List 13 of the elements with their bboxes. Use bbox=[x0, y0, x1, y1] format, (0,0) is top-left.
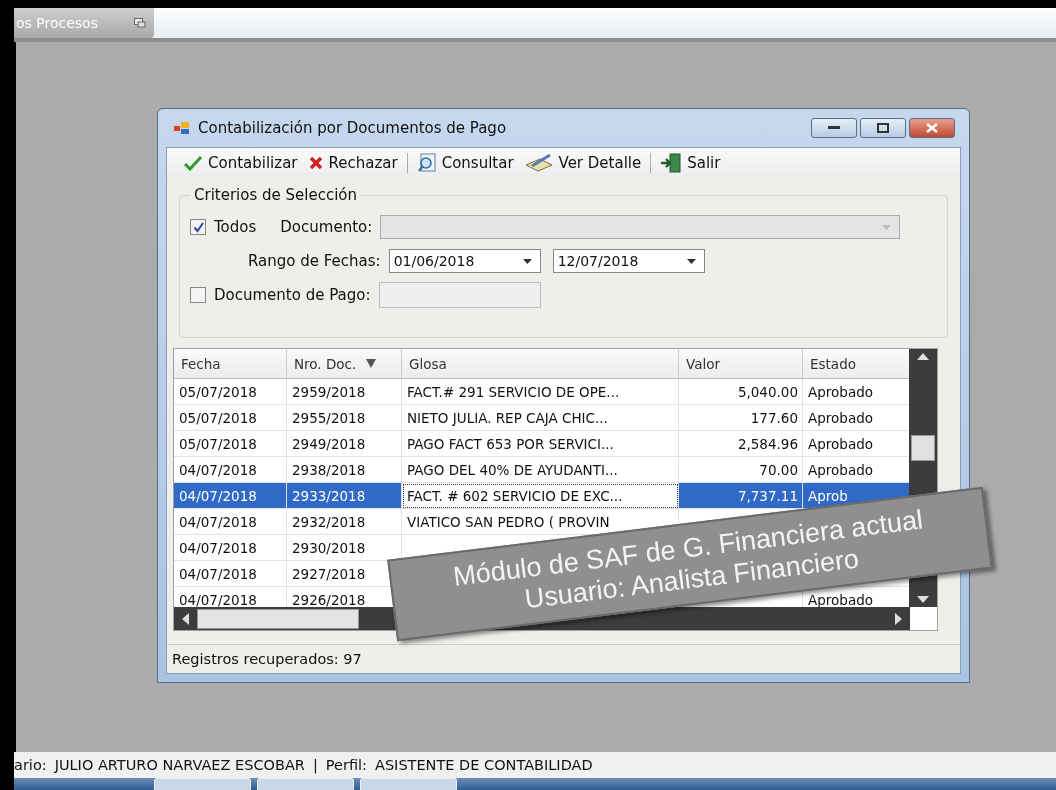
window-title: Contabilización por Documentos de Pago bbox=[198, 119, 507, 137]
status-label: ario: bbox=[14, 757, 47, 773]
status-value: ASISTENTE DE CONTABILIDAD bbox=[375, 757, 593, 773]
table-cell: FACT. # 602 SERVICIO DE EXC... bbox=[402, 483, 679, 509]
status-text: Registros recuperados: 97 bbox=[172, 651, 362, 667]
status-label: Perfil: bbox=[325, 757, 367, 773]
field-label: Rango de Fechas: bbox=[248, 252, 381, 270]
checkbox-label: Documento de Pago: bbox=[214, 286, 371, 304]
status-value: JULIO ARTURO NARVAEZ ESCOBAR bbox=[54, 757, 305, 773]
checkbox-label: Todos bbox=[214, 218, 257, 236]
field-label: Documento: bbox=[280, 218, 373, 236]
group-title: Criterios de Selección bbox=[193, 186, 359, 204]
separator-text: | bbox=[312, 757, 318, 773]
